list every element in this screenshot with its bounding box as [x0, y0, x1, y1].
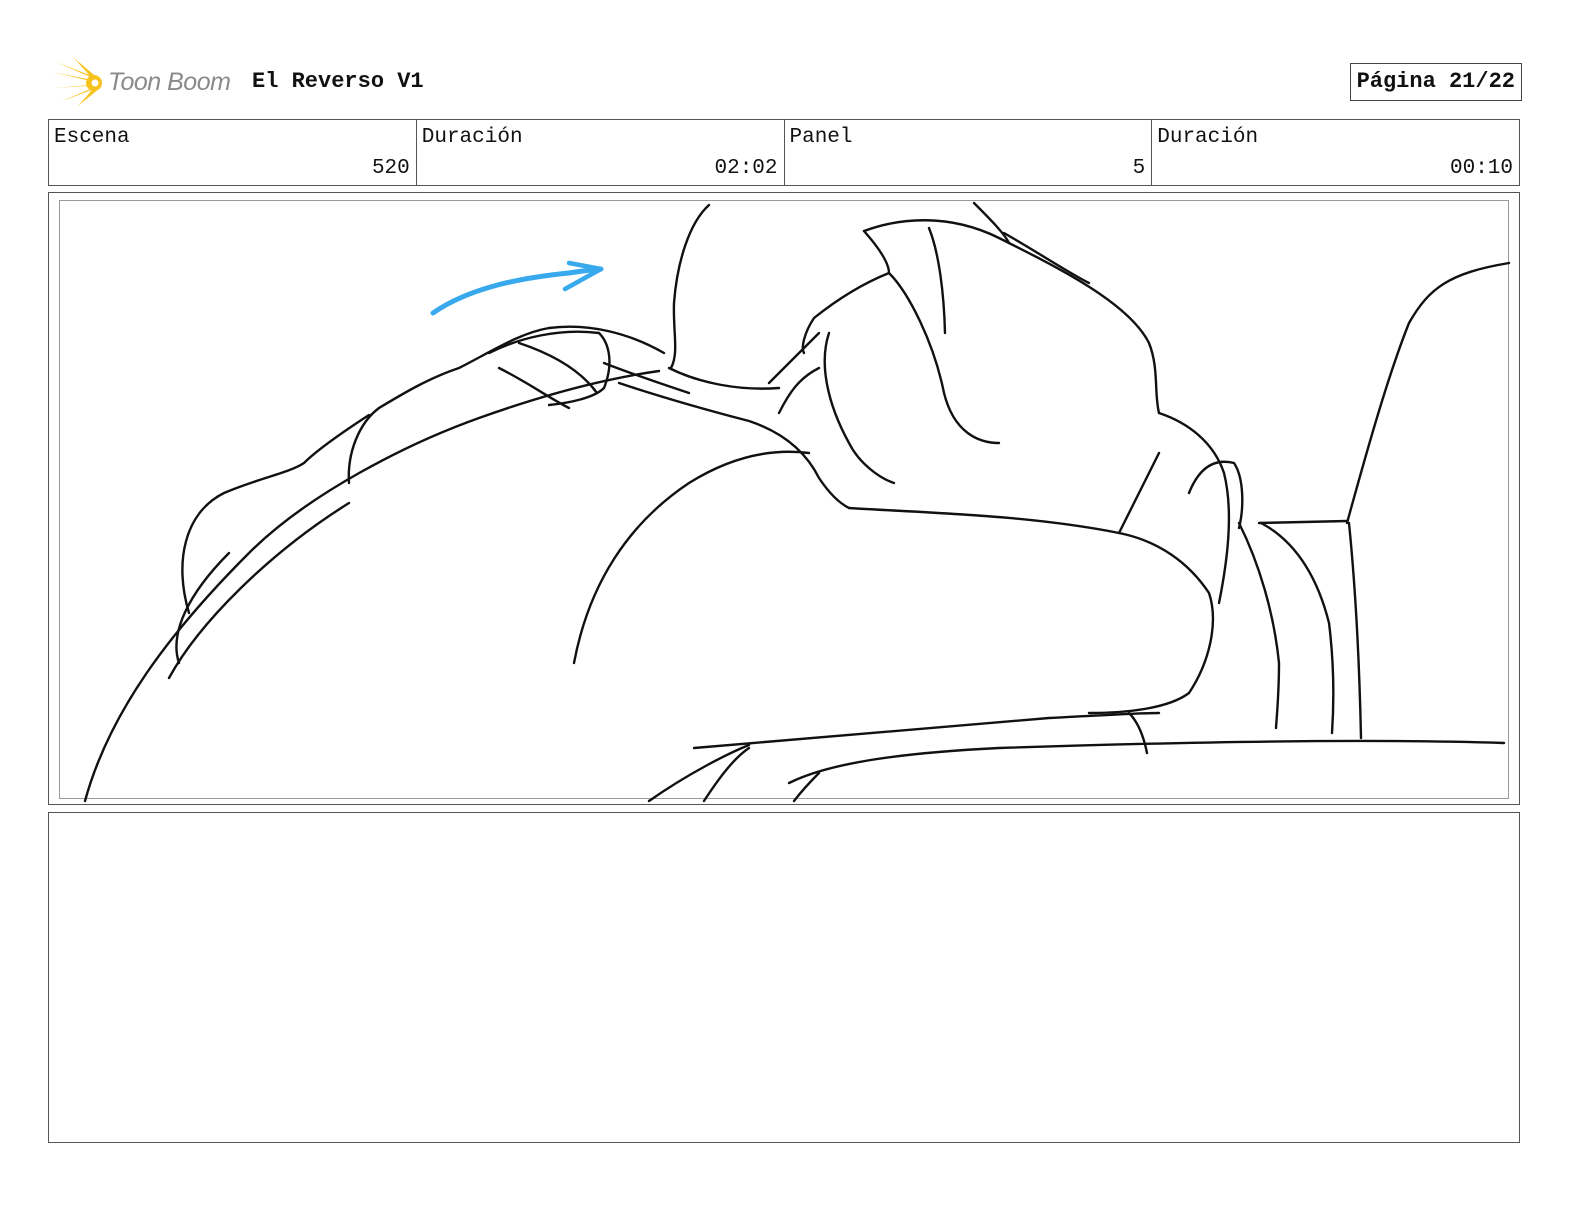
- scene-info-row: Escena 520 Duración 02:02 Panel 5 Duraci…: [48, 119, 1520, 186]
- logo-text: Toon Boom: [108, 68, 231, 96]
- scene-duration-cell: Duración 02:02: [417, 120, 785, 185]
- starburst-logo-icon: [52, 58, 102, 106]
- motion-arrow-icon: [430, 260, 604, 316]
- scene-cell: Escena 520: [49, 120, 417, 185]
- panel-cell: Panel 5: [785, 120, 1153, 185]
- panel-label: Panel: [789, 126, 853, 149]
- panel-value: 5: [1132, 157, 1146, 180]
- project-title: El Reverso V1: [252, 69, 424, 94]
- panel-duration-value: 00:10: [1449, 157, 1513, 180]
- storyboard-panel[interactable]: [48, 192, 1520, 805]
- panel-notes-area[interactable]: [48, 812, 1520, 1143]
- scene-label: Escena: [54, 126, 130, 149]
- toon-boom-logo: Toon Boom: [52, 58, 242, 106]
- panel-sketch: [83, 201, 1511, 803]
- panel-duration-cell: Duración 00:10: [1152, 120, 1519, 185]
- scene-duration-value: 02:02: [714, 157, 778, 180]
- scene-value: 520: [371, 157, 410, 180]
- page-header: Toon Boom El Reverso V1 Página 21/22: [48, 56, 1522, 108]
- page-number: Página 21/22: [1349, 63, 1522, 101]
- panel-duration-label: Duración: [1157, 126, 1259, 149]
- scene-duration-label: Duración: [421, 126, 523, 149]
